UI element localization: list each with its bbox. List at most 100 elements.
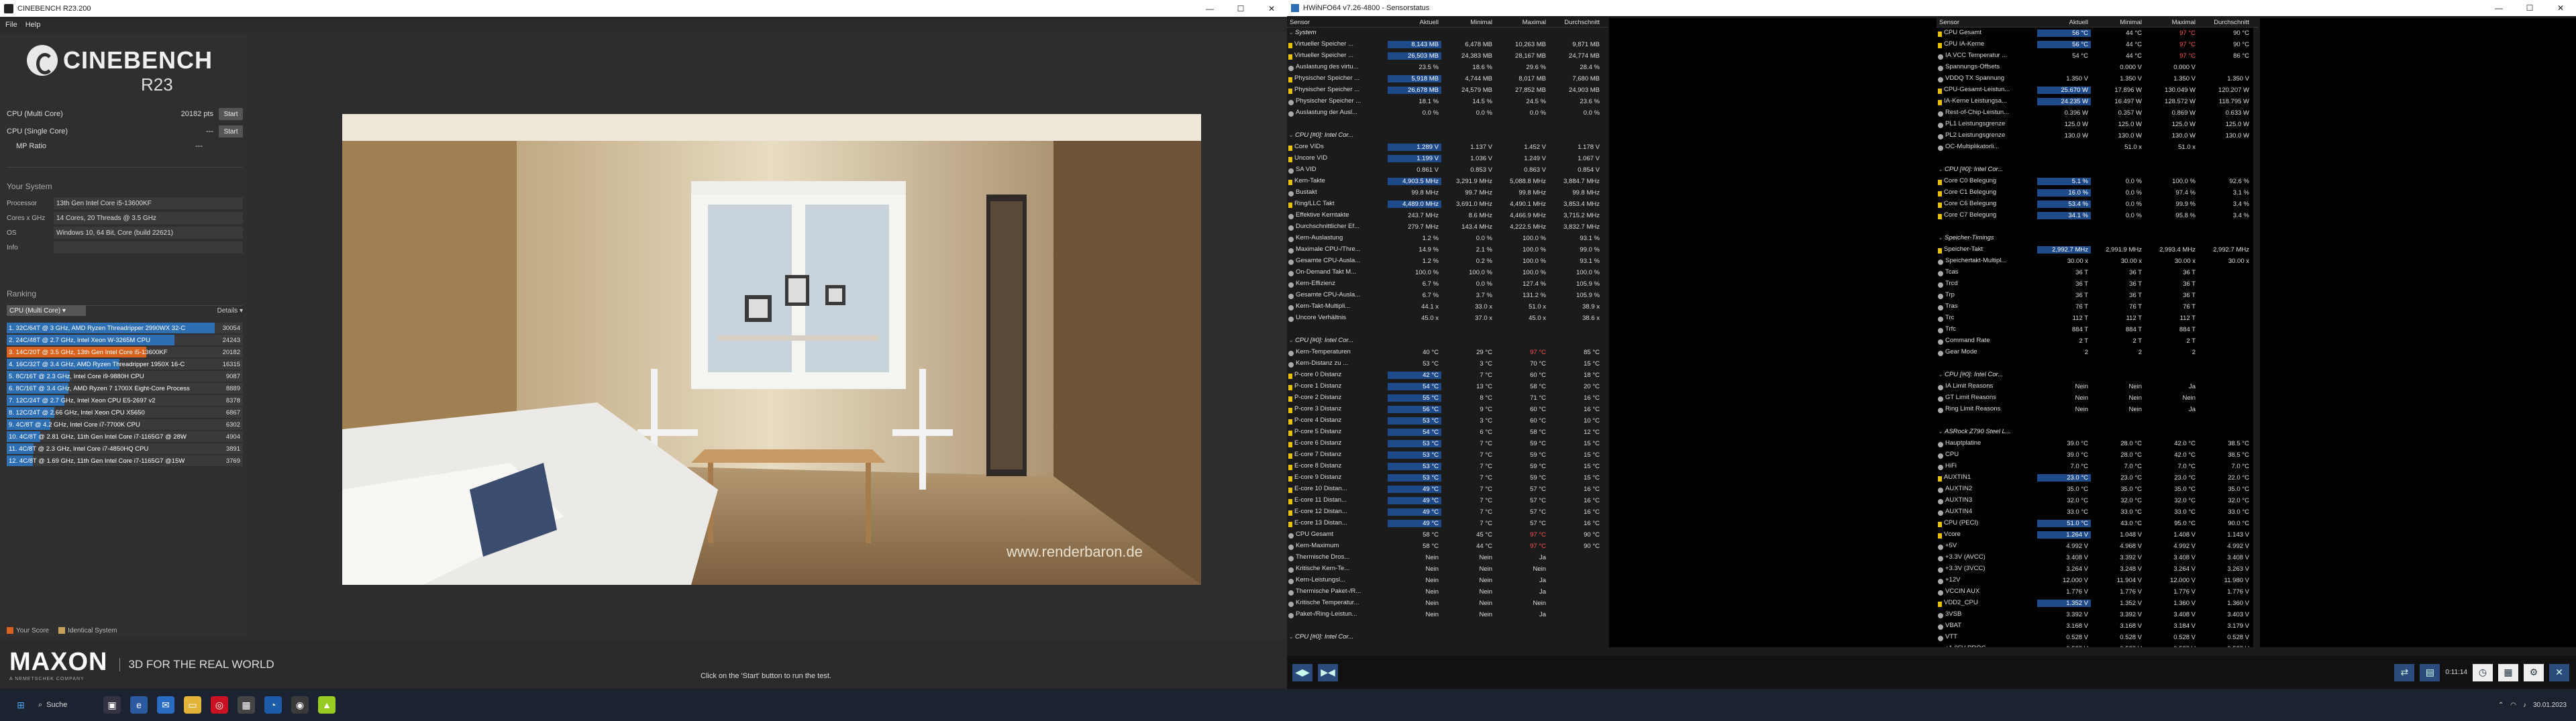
sensor-row[interactable]: Trc 112 T 112 T 112 T: [1937, 313, 2259, 324]
close-icon[interactable]: ✕: [2545, 3, 2576, 13]
sensor-row[interactable]: Kern-Distanz zu ... 53 °C 3 °C 70 °C 15 °C: [1287, 358, 1608, 370]
sensor-row[interactable]: Gear Mode 2 2 2: [1937, 347, 2259, 358]
sensor-row[interactable]: Uncore VID 1.199 V 1.036 V 1.249 V 1.067 V: [1287, 153, 1608, 164]
sensor-row[interactable]: [1937, 153, 2259, 164]
sensor-row[interactable]: P-core 3 Distanz 56 °C 9 °C 60 °C 16 °C: [1287, 404, 1608, 415]
sensor-row[interactable]: E-core 13 Distan... 49 °C 7 °C 57 °C 16 °C: [1287, 518, 1608, 529]
edge-icon[interactable]: e: [130, 696, 148, 714]
sensor-row[interactable]: Spannungs-Offsets 0.000 V 0.000 V: [1937, 62, 2259, 73]
sensor-row[interactable]: Speichertakt-Multipl... 30.00 x 30.00 x 30.…: [1937, 256, 2259, 267]
sensor-row[interactable]: Kern-Auslastung 1.2 % 0.0 % 100.0 % 93.1 %: [1287, 233, 1608, 244]
sensor-row[interactable]: E-core 8 Distanz 53 °C 7 °C 59 °C 15 °C: [1287, 461, 1608, 472]
sensor-row[interactable]: P-core 0 Distanz 42 °C 7 °C 60 °C 18 °C: [1287, 370, 1608, 381]
minimize-icon[interactable]: —: [1194, 4, 1225, 13]
sensor-row[interactable]: CPU 39.0 °C 28.0 °C 42.0 °C 38.5 °C: [1937, 449, 2259, 461]
taskbar-search[interactable]: ⌕ Suche: [38, 695, 99, 715]
sensor-row[interactable]: Kern-Leistungsl... Nein Nein Ja: [1287, 575, 1608, 586]
sensor-row[interactable]: E-core 12 Distan... 49 °C 7 °C 57 °C 16 °C: [1287, 506, 1608, 518]
sensor-row[interactable]: Virtueller Speicher ... 26,503 MB 24,383 M…: [1287, 50, 1608, 62]
sensor-row[interactable]: AUXTIN1 23.0 °C 23.0 °C 23.0 °C 22.0 °C: [1937, 472, 2259, 484]
sensor-row[interactable]: GT Limit Reasons Nein Nein Nein: [1937, 392, 2259, 404]
expand-icon[interactable]: ⌄: [1288, 131, 1295, 139]
network-tray-icon[interactable]: ◠: [2510, 702, 2516, 709]
hwinfo-task-icon[interactable]: ◔: [264, 696, 282, 714]
sensor-row[interactable]: [1937, 221, 2259, 233]
column-header[interactable]: Maximal: [1495, 19, 1549, 26]
expand-icon[interactable]: ⌄: [1938, 371, 1945, 378]
sensor-row[interactable]: Kritische Temperatur... Nein Nein Nein: [1287, 598, 1608, 609]
sensor-row[interactable]: Kern-Maximum 58 °C 44 °C 97 °C 90 °C: [1287, 541, 1608, 552]
menu-file[interactable]: File: [5, 21, 17, 29]
column-header[interactable]: Sensor: [1937, 19, 2037, 26]
tray-chevron-icon[interactable]: ⌃: [2498, 702, 2504, 709]
sensor-group[interactable]: ⌄ ASRock Z790 Steel L...: [1937, 427, 2259, 438]
sensor-row[interactable]: Thermische Dros... Nein Nein Ja: [1287, 552, 1608, 563]
info-input[interactable]: [54, 241, 243, 254]
sensor-group[interactable]: ⌄ Speicher-Timings: [1937, 233, 2259, 244]
sensor-row[interactable]: E-core 11 Distan... 49 °C 7 °C 57 °C 16 °C: [1287, 495, 1608, 506]
sensor-row[interactable]: Paket-/Ring-Leistun... Nein Nein Ja: [1287, 609, 1608, 620]
sensor-row[interactable]: Kern-Effizienz 6.7 % 0.0 % 127.4 % 105.9 %: [1287, 278, 1608, 290]
close-icon[interactable]: ✕: [1256, 4, 1287, 13]
sensor-row[interactable]: CPU Gesamt 56 °C 44 °C 97 °C 90 °C: [1937, 27, 2259, 39]
sensor-row[interactable]: Kritische Kern-Te... Nein Nein Nein: [1287, 563, 1608, 575]
column-header[interactable]: Durchschnitt: [2198, 19, 2252, 26]
ranking-details-button[interactable]: Details ▾: [217, 307, 243, 315]
sensor-row[interactable]: +3.3V (AVCC) 3.408 V 3.392 V 3.408 V 3.408 V: [1937, 552, 2259, 563]
sensor-row[interactable]: Auslastung des virtu... 23.5 % 18.6 % 29.6 …: [1287, 62, 1608, 73]
sensor-row[interactable]: AUXTIN3 32.0 °C 32.0 °C 32.0 °C 32.0 °C: [1937, 495, 2259, 506]
settings-icon[interactable]: ⚙: [2524, 663, 2544, 681]
sensor-row[interactable]: CPU IA-Kerne 56 °C 44 °C 97 °C 90 °C: [1937, 39, 2259, 50]
sensor-row[interactable]: AUXTIN2 35.0 °C 35.0 °C 35.0 °C 35.0 °C: [1937, 484, 2259, 495]
sensor-row[interactable]: Uncore Verhältnis 45.0 x 37.0 x 45.0 x 38.6 …: [1287, 313, 1608, 324]
sensor-row[interactable]: Effektive Kerntakte 243.7 MHz 8.6 MHz 4,466…: [1287, 210, 1608, 221]
sensor-row[interactable]: CPU (PECI) 51.0 °C 43.0 °C 95.0 °C 90.0 °C: [1937, 518, 2259, 529]
sensor-row[interactable]: PL1 Leistungsgrenze 125.0 W 125.0 W 125.0 W…: [1937, 119, 2259, 130]
menu-help[interactable]: Help: [25, 21, 41, 29]
sensor-row[interactable]: Tcas 36 T 36 T 36 T: [1937, 267, 2259, 278]
sensor-group[interactable]: ⌄ CPU [#0]: Intel Cor...: [1287, 335, 1608, 347]
column-header[interactable]: Minimal: [1441, 19, 1495, 26]
expand-icon[interactable]: ⌄: [1288, 337, 1295, 344]
sensor-row[interactable]: Bustakt 99.8 MHz 99.7 MHz 99.8 MHz 99.8 MHz: [1287, 187, 1608, 199]
sensor-row[interactable]: P-core 1 Distanz 54 °C 13 °C 58 °C 20 °C: [1287, 381, 1608, 392]
sensor-row[interactable]: E-core 9 Distanz 53 °C 7 °C 59 °C 15 °C: [1287, 472, 1608, 484]
sensor-group[interactable]: ⌄ CPU [#0]: Intel Cor...: [1287, 632, 1608, 643]
volume-icon[interactable]: ♪: [2523, 702, 2526, 709]
sensor-row[interactable]: Trfc 884 T 884 T 884 T: [1937, 324, 2259, 335]
column-header[interactable]: Aktuell: [2037, 19, 2091, 26]
sensor-row[interactable]: Command Rate 2 T 2 T 2 T: [1937, 335, 2259, 347]
sensor-row[interactable]: Durchschnittlicher Ef... 279.7 MHz 143.4 M…: [1287, 221, 1608, 233]
sensor-group[interactable]: ⌄ System: [1287, 27, 1608, 39]
app-icon[interactable]: ◎: [211, 696, 228, 714]
sensor-row[interactable]: Kern-Takte 4,903.5 MHz 3,291.9 MHz 5,088.8 …: [1287, 176, 1608, 187]
mail-icon[interactable]: ✉: [157, 696, 174, 714]
maximize-icon[interactable]: ☐: [2514, 3, 2545, 13]
sensor-row[interactable]: Core C0 Belegung 5.1 % 0.0 % 100.0 % 92.6 %: [1937, 176, 2259, 187]
sensor-row[interactable]: Core C7 Belegung 34.1 % 0.0 % 95.8 % 3.4 %: [1937, 210, 2259, 221]
store-icon[interactable]: ▦: [238, 696, 255, 714]
sensor-row[interactable]: 3VSB 3.392 V 3.392 V 3.408 V 3.403 V: [1937, 609, 2259, 620]
sensor-row[interactable]: [1937, 358, 2259, 370]
start-single-button[interactable]: Start: [219, 125, 243, 137]
log-icon[interactable]: ▦: [2498, 663, 2518, 681]
sensor-row[interactable]: Tras 76 T 76 T 76 T: [1937, 301, 2259, 313]
misc-task-icon[interactable]: ▲: [318, 696, 336, 714]
sensor-row[interactable]: Thermische Paket-/R... Nein Nein Ja: [1287, 586, 1608, 598]
expand-icon[interactable]: ⌄: [1938, 428, 1945, 435]
sensor-row[interactable]: Hauptplatine 39.0 °C 28.0 °C 42.0 °C 38.5 °C: [1937, 438, 2259, 449]
sensor-row[interactable]: [1937, 415, 2259, 427]
sensor-row[interactable]: Kern-Temperaturen 40 °C 29 °C 97 °C 85 °C: [1287, 347, 1608, 358]
sensor-row[interactable]: P-core 4 Distanz 53 °C 3 °C 60 °C 10 °C: [1287, 415, 1608, 427]
sensor-row[interactable]: Rest-of-Chip-Leistun... 0.396 W 0.357 W 0.8…: [1937, 107, 2259, 119]
sensor-row[interactable]: Auslastung der Ausl... 0.0 % 0.0 % 0.0 % 0.0…: [1287, 107, 1608, 119]
sensor-row[interactable]: PL2 Leistungsgrenze 130.0 W 130.0 W 130.0 W…: [1937, 130, 2259, 142]
sensor-row[interactable]: Gesamte CPU-Ausla... 1.2 % 0.2 % 100.0 % 93.…: [1287, 256, 1608, 267]
sensor-group[interactable]: ⌄ CPU [#0]: Intel Cor...: [1287, 130, 1608, 142]
clock-icon[interactable]: ◷: [2473, 663, 2493, 681]
sensor-row[interactable]: Physischer Speicher ... 5,918 MB 4,744 MB 8…: [1287, 73, 1608, 85]
sensor-row[interactable]: Vcore 1.264 V 1.048 V 1.408 V 1.143 V: [1937, 529, 2259, 541]
sensor-row[interactable]: E-core 6 Distanz 53 °C 7 °C 59 °C 15 °C: [1287, 438, 1608, 449]
report-icon[interactable]: ▤: [2420, 663, 2440, 681]
sensor-row[interactable]: On-Demand Takt M... 100.0 % 100.0 % 100.0 %…: [1287, 267, 1608, 278]
